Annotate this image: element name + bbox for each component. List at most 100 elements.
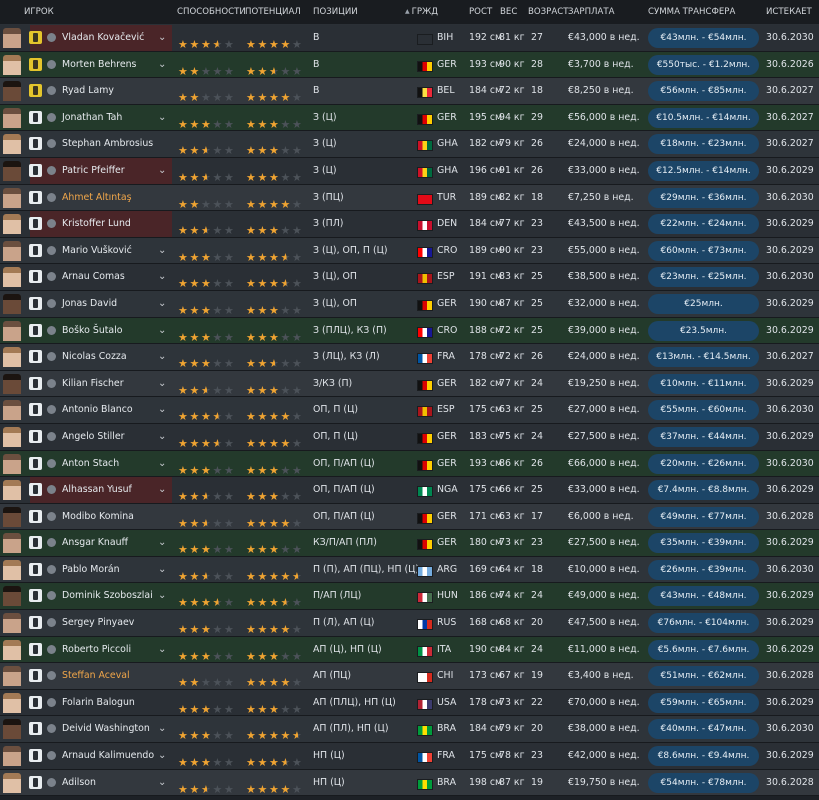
nationality-code[interactable]: BRA <box>437 716 456 742</box>
player-name-link[interactable]: Dominik Szoboszlai <box>62 583 153 609</box>
player-name-link[interactable]: Arnaud Kalimuendo <box>62 743 154 769</box>
transfer-value-badge[interactable]: €23млн. - €25млн. <box>648 267 759 288</box>
nationality-code[interactable]: GER <box>437 105 457 131</box>
player-name-link[interactable]: Nicolas Cozza <box>62 344 127 370</box>
table-row[interactable]: Antonio Blanco ⌄ ★ ★ ★ ★ ★ ★ ★ ★ ★ ★ ОП, П (Ц) ESP 175… <box>0 397 819 424</box>
table-row[interactable]: Arnaud Kalimuendo ⌄ ★ ★ ★ ★ ★ ★ ★ ★ ★ ★ НП (Ц) FRA 175… <box>0 743 819 770</box>
chevron-down-icon[interactable]: ⌄ <box>158 371 166 397</box>
table-row[interactable]: Anton Stach ⌄ ★ ★ ★ ★ ★ ★ ★ ★ ★ ★ ОП, П/АП (Ц) GER 193… <box>0 450 819 478</box>
col-header-height[interactable]: РОСТ <box>469 7 492 17</box>
nationality-code[interactable]: NGA <box>437 477 458 503</box>
nationality-code[interactable]: GER <box>437 291 457 317</box>
chevron-down-icon[interactable]: ⌄ <box>158 770 166 796</box>
player-name-link[interactable]: Stephan Ambrosius <box>62 131 153 157</box>
player-name-link[interactable]: Jonas David <box>62 291 117 317</box>
player-name-link[interactable]: Steffan Aceval <box>62 663 130 689</box>
player-name-link[interactable]: Deivid Washington <box>62 716 150 742</box>
transfer-value-badge[interactable]: €37млн. - €44млн. <box>648 426 759 447</box>
nationality-code[interactable]: HUN <box>437 583 458 609</box>
transfer-value-badge[interactable]: €29млн. - €36млн. <box>648 187 759 208</box>
transfer-value-badge[interactable]: €54млн. - €78млн. <box>648 772 759 793</box>
transfer-value-badge[interactable]: €35млн. - €39млн. <box>648 533 759 554</box>
col-header-age[interactable]: ВОЗРАСТ <box>528 7 568 17</box>
player-name-link[interactable]: Anton Stach <box>62 451 119 477</box>
table-row[interactable]: Nicolas Cozza ⌄ ★ ★ ★ ★ ★ ★ ★ ★ ★ ★ З (ЛЦ), КЗ (Л) FR… <box>0 344 819 371</box>
nationality-code[interactable]: TUR <box>437 185 456 211</box>
nationality-code[interactable]: ESP <box>437 264 455 290</box>
player-name-link[interactable]: Jonathan Tah <box>62 105 122 131</box>
player-name-link[interactable]: Alhassan Yusuf <box>62 477 132 503</box>
table-row[interactable]: Jonas David ⌄ ★ ★ ★ ★ ★ ★ ★ ★ ★ ★ З (Ц), ОП GER 190 см… <box>0 290 819 318</box>
nationality-code[interactable]: GER <box>437 52 457 78</box>
transfer-value-badge[interactable]: €43млн. - €48млн. <box>648 586 759 607</box>
transfer-value-badge[interactable]: €26млн. - €39млн. <box>648 559 759 580</box>
player-name-link[interactable]: Patric Pfeiffer <box>62 158 125 184</box>
col-header-expires[interactable]: ИСТЕКАЕТ <box>766 7 812 17</box>
nationality-code[interactable]: CRO <box>437 318 457 344</box>
table-row[interactable]: Alhassan Yusuf ⌄ ★ ★ ★ ★ ★ ★ ★ ★ ★ ★ ОП, П/АП (Ц) NGA… <box>0 477 819 504</box>
table-row[interactable]: Sergey Pinyaev ★ ★ ★ ★ ★ ★ ★ ★ ★ ★ П (Л), АП (Ц) RUS… <box>0 610 819 637</box>
player-name-link[interactable]: Modibo Komina <box>62 504 134 530</box>
transfer-value-badge[interactable]: €51млн. - €62млн. <box>648 666 759 687</box>
transfer-value-badge[interactable]: €5.6млн. - €7.6млн. <box>648 639 759 660</box>
transfer-value-badge[interactable]: €25млн. <box>648 293 759 314</box>
chevron-down-icon[interactable]: ⌄ <box>158 291 166 317</box>
transfer-value-badge[interactable]: €550тыс. - €1.2млн. <box>648 54 759 75</box>
chevron-down-icon[interactable]: ⌄ <box>158 530 166 556</box>
player-name-link[interactable]: Arnau Comas <box>62 264 125 290</box>
nationality-code[interactable]: ESP <box>437 397 455 423</box>
transfer-value-badge[interactable]: €12.5млн. - €14млн. <box>648 160 759 181</box>
player-name-link[interactable]: Antonio Blanco <box>62 397 133 423</box>
col-header-potential[interactable]: ПОТЕНЦИАЛ <box>245 7 301 17</box>
transfer-value-badge[interactable]: €10.5млн. - €14млн. <box>648 107 759 128</box>
table-row[interactable]: Modibo Komina ★ ★ ★ ★ ★ ★ ★ ★ ★ ★ ОП, П/АП (Ц) GER 17… <box>0 503 819 531</box>
col-header-positions[interactable]: ПОЗИЦИИ <box>313 7 358 17</box>
transfer-value-badge[interactable]: €40млн. - €47млн. <box>648 719 759 740</box>
chevron-down-icon[interactable]: ⌄ <box>158 716 166 742</box>
player-name-link[interactable]: Boško Šutalo <box>62 318 123 344</box>
table-row[interactable]: Folarin Balogun ★ ★ ★ ★ ★ ★ ★ ★ ★ ★ АП (ПЛЦ), НП (Ц… <box>0 689 819 717</box>
player-name-link[interactable]: Mario Vušković <box>62 238 132 264</box>
nationality-code[interactable]: ARG <box>437 557 457 583</box>
chevron-down-icon[interactable]: ⌄ <box>158 557 166 583</box>
chevron-down-icon[interactable]: ⌄ <box>158 344 166 370</box>
table-row[interactable]: Patric Pfeiffer ⌄ ★ ★ ★ ★ ★ ★ ★ ★ ★ ★ З (Ц) GHA 196 см… <box>0 157 819 185</box>
table-row[interactable]: Roberto Piccoli ⌄ ★ ★ ★ ★ ★ ★ ★ ★ ★ ★ АП (Ц), НП (Ц)… <box>0 636 819 664</box>
chevron-down-icon[interactable]: ⌄ <box>158 397 166 423</box>
transfer-value-badge[interactable]: €7.4млн. - €8.8млн. <box>648 480 759 501</box>
transfer-value-badge[interactable]: €13млн. - €14.5млн. <box>648 347 759 368</box>
table-row[interactable]: Stephan Ambrosius ★ ★ ★ ★ ★ ★ ★ ★ ★ ★ З (Ц) GHA 182 с… <box>0 131 819 158</box>
transfer-value-badge[interactable]: €56млн. - €85млн. <box>648 81 759 102</box>
table-row[interactable]: Angelo Stiller ⌄ ★ ★ ★ ★ ★ ★ ★ ★ ★ ★ ОП, П (Ц) GER 183… <box>0 423 819 451</box>
nationality-code[interactable]: RUS <box>437 610 456 636</box>
table-row[interactable]: Arnau Comas ⌄ ★ ★ ★ ★ ★ ★ ★ ★ ★ ★ З (Ц), ОП ESP 191 см… <box>0 264 819 291</box>
transfer-value-badge[interactable]: €49млн. - €77млн. <box>648 506 759 527</box>
table-row[interactable]: Ryad Lamy ★ ★ ★ ★ ★ ★ ★ ★ ★ ★ В BEL 184 см 72 кг 18 €8,2… <box>0 78 819 105</box>
col-header-wage[interactable]: ЗАРПЛАТА <box>568 7 615 17</box>
nationality-code[interactable]: USA <box>437 690 456 716</box>
chevron-down-icon[interactable]: ⌄ <box>158 477 166 503</box>
chevron-down-icon[interactable]: ⌄ <box>158 238 166 264</box>
nationality-code[interactable]: CRO <box>437 238 457 264</box>
chevron-down-icon[interactable]: ⌄ <box>158 637 166 663</box>
chevron-down-icon[interactable]: ⌄ <box>158 451 166 477</box>
transfer-value-badge[interactable]: €59млн. - €65млн. <box>648 692 759 713</box>
table-row[interactable]: Vladan Kovačević ⌄ ★ ★ ★ ★ ★ ★ ★ ★ ★ ★ В BIH 192 см 81 … <box>0 25 819 52</box>
nationality-code[interactable]: FRA <box>437 743 455 769</box>
col-header-ability[interactable]: СПОСОБНОСТИ <box>177 7 246 17</box>
chevron-down-icon[interactable]: ⌄ <box>158 105 166 131</box>
nationality-code[interactable]: BRA <box>437 770 456 796</box>
player-name-link[interactable]: Folarin Balogun <box>62 690 135 716</box>
table-row[interactable]: Adilson ⌄ ★ ★ ★ ★ ★ ★ ★ ★ ★ ★ НП (Ц) BRA 198 см 87 кг 19… <box>0 769 819 797</box>
col-header-player[interactable]: ИГРОК <box>24 7 54 17</box>
nationality-code[interactable]: BEL <box>437 78 455 104</box>
nationality-code[interactable]: GER <box>437 424 457 450</box>
table-row[interactable]: Kilian Fischer ⌄ ★ ★ ★ ★ ★ ★ ★ ★ ★ ★ З/КЗ (П) GER 182 … <box>0 370 819 398</box>
nationality-code[interactable]: GHA <box>437 158 458 184</box>
player-name-link[interactable]: Ahmet Altıntaş <box>62 185 131 211</box>
transfer-value-badge[interactable]: €18млн. - €23млн. <box>648 134 759 155</box>
nationality-code[interactable]: ITA <box>437 637 451 663</box>
table-row[interactable]: Ahmet Altıntaş ★ ★ ★ ★ ★ ★ ★ ★ ★ ★ З (ПЦ) TUR 189 см 8… <box>0 184 819 212</box>
table-row[interactable]: Pablo Morán ⌄ ★ ★ ★ ★ ★ ★ ★ ★ ★ ★ П (П), АП (ПЦ), НП… <box>0 556 819 584</box>
transfer-value-badge[interactable]: €20млн. - €26млн. <box>648 453 759 474</box>
